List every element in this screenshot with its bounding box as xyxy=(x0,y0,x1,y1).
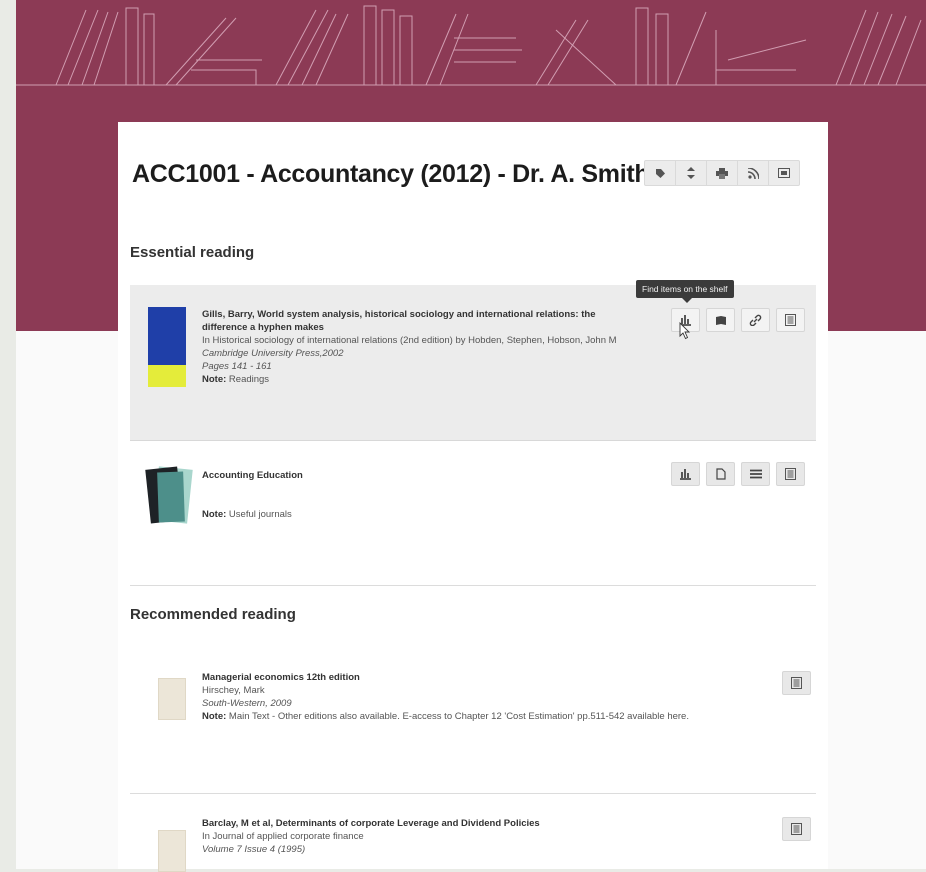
list-item[interactable]: Accounting Education Note: Useful journa… xyxy=(130,442,816,582)
tag-icon xyxy=(655,168,665,178)
item-author: Hirschey, Mark xyxy=(202,685,265,696)
tag-button[interactable] xyxy=(645,161,676,185)
item-pages: Pages 141 - 161 xyxy=(202,361,272,372)
find-on-shelf-button[interactable] xyxy=(671,462,700,486)
note-text: Useful journals xyxy=(228,509,292,520)
item-actions xyxy=(782,671,811,695)
book-icon xyxy=(715,315,726,325)
item-volume: Volume 7 Issue 4 (1995) xyxy=(202,844,306,855)
note-label: Note: xyxy=(202,374,227,385)
section-divider xyxy=(130,585,816,586)
list-button[interactable] xyxy=(741,462,770,486)
note-label: Note: xyxy=(202,711,227,722)
shelf-icon xyxy=(680,469,691,480)
barcode-button[interactable] xyxy=(782,671,811,695)
item-metadata: Gills, Barry, World system analysis, his… xyxy=(202,308,632,386)
item-title[interactable]: Gills, Barry, World system analysis, his… xyxy=(202,308,632,334)
book-cover-placeholder xyxy=(158,830,186,872)
item-source: In Journal of applied corporate finance xyxy=(202,831,364,842)
sort-button[interactable] xyxy=(676,161,707,185)
item-note: Note: Useful journals xyxy=(202,508,632,521)
note-label: Note: xyxy=(202,509,227,520)
barcode-button[interactable] xyxy=(776,308,805,332)
note-text: Main Text - Other editions also availabl… xyxy=(228,711,689,722)
link-button[interactable] xyxy=(741,308,770,332)
item-publisher: South-Western, 2009 xyxy=(202,698,292,709)
rss-icon xyxy=(747,167,759,179)
item-divider xyxy=(130,793,816,794)
rss-button[interactable] xyxy=(738,161,769,185)
barcode-icon xyxy=(785,314,796,326)
item-metadata: Managerial economics 12th edition Hirsch… xyxy=(202,671,722,723)
mouse-cursor-icon xyxy=(679,322,691,340)
shelf-tooltip: Find items on the shelf xyxy=(636,280,734,303)
item-actions xyxy=(671,462,805,486)
list-item[interactable]: Barclay, M et al, Determinants of corpor… xyxy=(130,802,816,872)
file-button[interactable] xyxy=(706,462,735,486)
barcode-icon xyxy=(791,677,802,689)
list-toolbar xyxy=(644,160,800,186)
book-button[interactable] xyxy=(706,308,735,332)
page-title: ACC1001 - Accountancy (2012) - Dr. A. Sm… xyxy=(132,160,650,188)
section-heading-recommended: Recommended reading xyxy=(130,606,296,623)
barcode-icon xyxy=(791,823,802,835)
cover-middle xyxy=(157,471,185,523)
list-item[interactable]: Gills, Barry, World system analysis, his… xyxy=(130,285,816,441)
item-note: Note: Readings xyxy=(202,373,632,386)
item-publisher: Cambridge University Press,2002 xyxy=(202,348,344,359)
note-text: Readings xyxy=(228,374,270,385)
print-button[interactable] xyxy=(707,161,738,185)
item-actions xyxy=(671,308,805,332)
books-illustration xyxy=(16,5,926,86)
barcode-button[interactable] xyxy=(776,462,805,486)
cover-bottom xyxy=(148,365,186,387)
item-title[interactable]: Barclay, M et al, Determinants of corpor… xyxy=(202,817,722,830)
export-icon xyxy=(778,168,790,178)
item-metadata: Accounting Education Note: Useful journa… xyxy=(202,469,632,521)
journal-cover-image xyxy=(144,466,193,526)
file-icon xyxy=(715,468,726,480)
item-note: Note: Main Text - Other editions also av… xyxy=(202,710,722,723)
print-icon xyxy=(716,167,728,179)
link-icon xyxy=(749,314,762,326)
cover-top xyxy=(148,307,186,365)
barcode-button[interactable] xyxy=(782,817,811,841)
item-title[interactable]: Accounting Education xyxy=(202,469,632,482)
item-actions xyxy=(782,817,811,841)
item-source: In Historical sociology of international… xyxy=(202,335,617,346)
book-cover-image xyxy=(148,307,186,387)
item-title[interactable]: Managerial economics 12th edition xyxy=(202,671,722,684)
list-icon xyxy=(749,469,762,479)
sort-icon xyxy=(687,167,695,179)
section-heading-essential: Essential reading xyxy=(130,244,255,261)
reading-list-card: ACC1001 - Accountancy (2012) - Dr. A. Sm… xyxy=(118,122,828,872)
barcode-icon xyxy=(785,468,796,480)
export-button[interactable] xyxy=(769,161,799,185)
item-metadata: Barclay, M et al, Determinants of corpor… xyxy=(202,817,722,856)
list-item[interactable]: Managerial economics 12th edition Hirsch… xyxy=(130,654,816,789)
book-cover-placeholder xyxy=(158,678,186,720)
